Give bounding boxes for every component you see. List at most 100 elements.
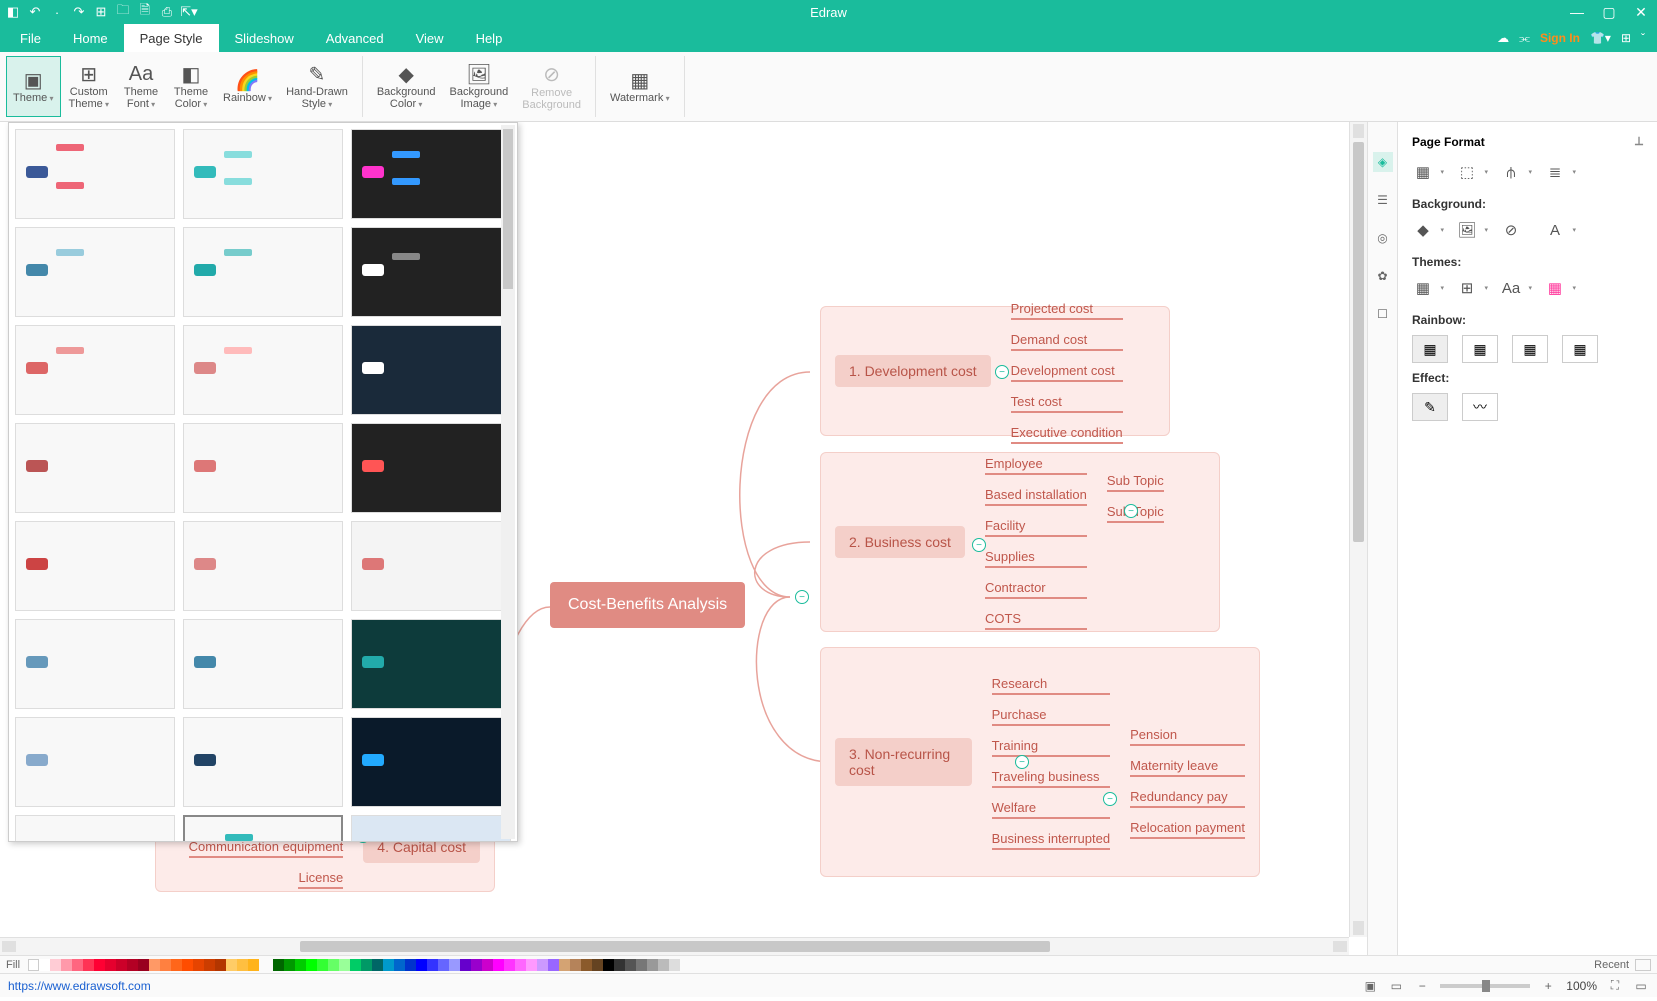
target-tab-icon[interactable]: ◎ (1373, 228, 1393, 248)
color-swatch[interactable] (493, 959, 504, 971)
theme-thumbnail[interactable] (183, 521, 343, 611)
fit-page-icon[interactable]: ⛶ (1607, 978, 1623, 994)
color-swatch[interactable] (116, 959, 127, 971)
effect-opt-1[interactable]: ✎ (1412, 393, 1448, 421)
theme-font-button[interactable]: AaTheme Font (117, 56, 165, 117)
leaf[interactable]: Facility (985, 516, 1087, 537)
watermark-small-icon[interactable]: A (1544, 219, 1566, 241)
zoom-in-button[interactable]: + (1540, 978, 1556, 994)
color-swatch[interactable] (317, 959, 328, 971)
color-swatch[interactable] (204, 959, 215, 971)
tab-page-style[interactable]: Page Style (124, 24, 219, 52)
tab-view[interactable]: View (400, 24, 460, 52)
theme-select-icon[interactable]: ▦ (1412, 277, 1434, 299)
cloud-icon[interactable]: ☁ (1497, 31, 1509, 45)
color-swatch[interactable] (504, 959, 515, 971)
color-swatch[interactable] (526, 959, 537, 971)
color-swatch[interactable] (61, 959, 72, 971)
tree-layout-icon[interactable]: ⬚ (1456, 161, 1478, 183)
color-swatch[interactable] (394, 959, 405, 971)
color-swatch[interactable] (372, 959, 383, 971)
color-swatch[interactable] (625, 959, 636, 971)
theme-thumbnail[interactable] (351, 129, 511, 219)
theme-thumbnail[interactable] (351, 325, 511, 415)
theme-thumbnail[interactable] (183, 717, 343, 807)
color-swatch[interactable] (559, 959, 570, 971)
color-swatch[interactable] (306, 959, 317, 971)
theme-button[interactable]: ▣Theme (6, 56, 61, 117)
recent-swatch[interactable] (1635, 959, 1651, 971)
color-swatch[interactable] (160, 959, 171, 971)
color-swatch[interactable] (361, 959, 372, 971)
bg-fill-icon[interactable]: ◆ (1412, 219, 1434, 241)
leaf[interactable]: COTS (985, 609, 1087, 630)
watermark-button[interactable]: ▦Watermark (604, 56, 676, 117)
leaf[interactable]: Supplies (985, 547, 1087, 568)
leaf[interactable]: License (298, 868, 343, 889)
leaf[interactable]: Pension (1130, 725, 1245, 746)
leaf[interactable]: Welfare (992, 798, 1111, 819)
tshirt-icon[interactable]: 👕▾ (1590, 31, 1611, 45)
color-swatch[interactable] (105, 959, 116, 971)
branch-business-cost[interactable]: 2. Business cost Employee Based installa… (820, 452, 1220, 632)
theme-color-icon[interactable]: ▦ (1544, 277, 1566, 299)
tab-slideshow[interactable]: Slideshow (219, 24, 310, 52)
leaf[interactable]: Development cost (1011, 361, 1123, 382)
theme-thumbnail[interactable] (183, 325, 343, 415)
pin-icon[interactable]: ⟂ (1635, 134, 1643, 149)
theme-thumbnail[interactable] (351, 423, 511, 513)
color-swatch[interactable] (50, 959, 61, 971)
color-swatch[interactable] (248, 959, 259, 971)
export-icon[interactable]: ⇱▾ (180, 3, 198, 21)
color-swatch[interactable] (449, 959, 460, 971)
leaf[interactable]: Based installation (985, 485, 1087, 506)
collapse-ribbon-icon[interactable]: ˇ (1641, 31, 1645, 45)
color-swatch[interactable] (647, 959, 658, 971)
color-swatch[interactable] (127, 959, 138, 971)
sign-in-link[interactable]: Sign In (1540, 31, 1580, 45)
color-swatch[interactable] (350, 959, 361, 971)
leaf[interactable]: Training (992, 736, 1111, 757)
expand-toggle[interactable]: − (972, 538, 986, 552)
theme-thumbnail[interactable] (15, 717, 175, 807)
mindmap-root[interactable]: Cost-Benefits Analysis (550, 582, 745, 628)
canvas[interactable]: Cost-Benefits Analysis − 1. Development … (0, 122, 1367, 955)
tab-help[interactable]: Help (460, 24, 519, 52)
zoom-out-button[interactable]: − (1414, 978, 1430, 994)
calendar-tab-icon[interactable]: ☐ (1373, 304, 1393, 324)
theme-thumbnail[interactable] (15, 423, 175, 513)
redo-icon[interactable]: ↷ (70, 3, 88, 21)
page-icon[interactable]: ▣ (1362, 978, 1378, 994)
theme-thumbnail[interactable] (351, 619, 511, 709)
color-swatch[interactable] (226, 959, 237, 971)
bg-remove-icon[interactable]: ⊘ (1500, 219, 1522, 241)
color-swatch[interactable] (460, 959, 471, 971)
close-icon[interactable]: ✕ (1629, 4, 1653, 21)
color-swatch[interactable] (416, 959, 427, 971)
tab-file[interactable]: File (4, 24, 57, 52)
color-swatch[interactable] (614, 959, 625, 971)
color-swatch[interactable] (548, 959, 559, 971)
list-layout-icon[interactable]: ≣ (1544, 161, 1566, 183)
color-swatch[interactable] (328, 959, 339, 971)
color-swatch[interactable] (405, 959, 416, 971)
color-swatch[interactable] (295, 959, 306, 971)
bg-color-button[interactable]: ◆Background Color (371, 56, 442, 117)
tab-advanced[interactable]: Advanced (310, 24, 400, 52)
color-swatch[interactable] (215, 959, 226, 971)
theme-thumbnail[interactable] (351, 521, 511, 611)
color-swatch[interactable] (83, 959, 94, 971)
color-swatch[interactable] (237, 959, 248, 971)
theme-thumbnail[interactable] (183, 423, 343, 513)
theme-color-button[interactable]: ◧Theme Color (167, 56, 215, 117)
expand-toggle[interactable]: − (1124, 504, 1138, 518)
theme-thumbnail[interactable] (183, 227, 343, 317)
color-swatch[interactable] (669, 959, 680, 971)
color-swatch[interactable] (570, 959, 581, 971)
rainbow-opt-1[interactable]: ▦ (1412, 335, 1448, 363)
color-swatch[interactable] (138, 959, 149, 971)
footer-link[interactable]: https://www.edrawsoft.com (8, 979, 151, 993)
theme-font-icon[interactable]: Aa (1500, 277, 1522, 299)
color-swatch[interactable] (427, 959, 438, 971)
color-swatch[interactable] (193, 959, 204, 971)
